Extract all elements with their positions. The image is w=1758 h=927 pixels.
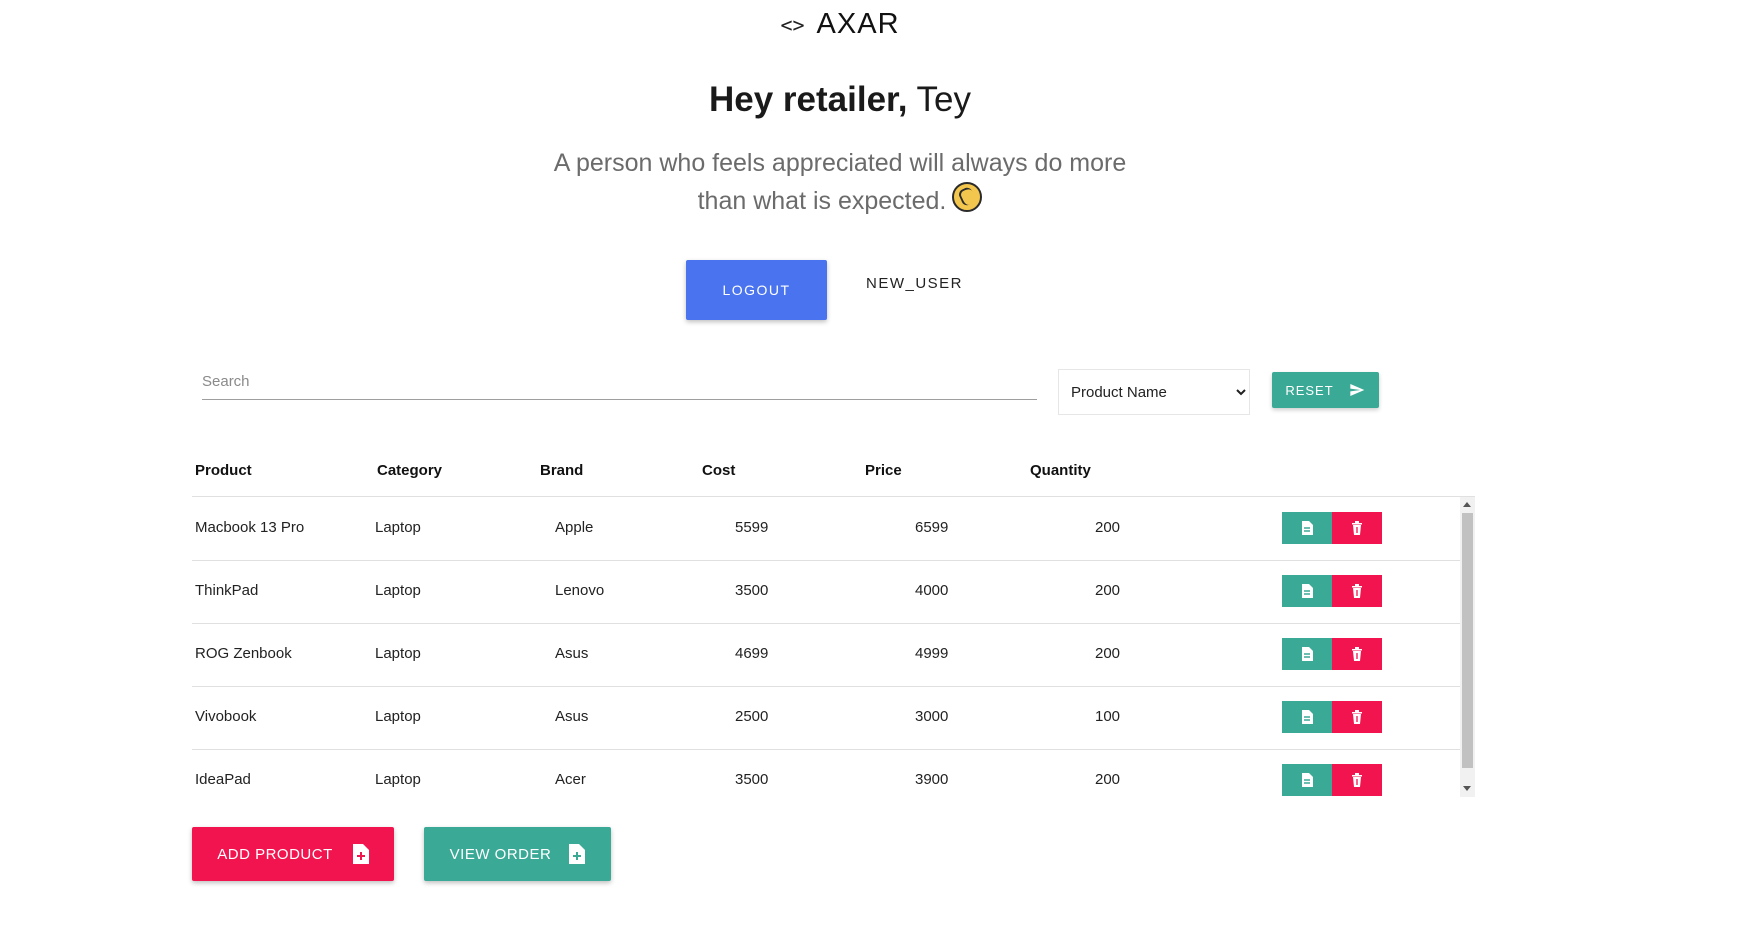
- cell-category: Laptop: [375, 708, 421, 725]
- edit-button[interactable]: [1282, 701, 1332, 733]
- table-row: Macbook 13 Pro Laptop Apple 5599 6599 20…: [192, 497, 1460, 561]
- table-row: IdeaPad Laptop Acer 3500 3900 200: [192, 749, 1460, 797]
- quote-line-2: than what is expected.: [0, 182, 1680, 220]
- document-icon: [1302, 647, 1313, 661]
- send-icon: [1350, 384, 1365, 396]
- edit-button[interactable]: [1282, 638, 1332, 670]
- clapping-hands-icon: [952, 182, 983, 212]
- column-header-brand: Brand: [540, 462, 584, 479]
- cell-quantity: 200: [1095, 771, 1121, 788]
- column-header-cost: Cost: [702, 462, 736, 479]
- view-order-button[interactable]: VIEW ORDER: [424, 827, 611, 881]
- logout-button[interactable]: LOGOUT: [686, 260, 827, 320]
- cell-quantity: 100: [1095, 708, 1121, 725]
- file-plus-icon: [569, 844, 586, 864]
- app-brand: <> AXAR: [0, 8, 1680, 41]
- cell-category: Laptop: [375, 519, 421, 536]
- trash-icon: [1352, 647, 1362, 661]
- trash-icon: [1352, 521, 1362, 535]
- cell-category: Laptop: [375, 645, 421, 662]
- trash-icon: [1352, 584, 1362, 598]
- cell-price: 6599: [915, 519, 949, 536]
- delete-button[interactable]: [1332, 764, 1382, 796]
- cell-brand: Apple: [555, 519, 594, 536]
- delete-button[interactable]: [1332, 575, 1382, 607]
- view-order-label: VIEW ORDER: [449, 845, 552, 863]
- cell-cost: 2500: [735, 708, 769, 725]
- column-header-quantity: Quantity: [1030, 462, 1091, 479]
- table-header: Product Category Brand Cost Price Quanti…: [192, 452, 1475, 497]
- filter-select[interactable]: Product Name: [1058, 369, 1250, 415]
- cell-quantity: 200: [1095, 582, 1121, 599]
- quote-line-2-text: than what is expected.: [697, 187, 947, 215]
- delete-button[interactable]: [1332, 512, 1382, 544]
- greeting-heading: Hey retailer, Tey: [0, 80, 1680, 120]
- edit-button[interactable]: [1282, 575, 1332, 607]
- edit-button[interactable]: [1282, 512, 1332, 544]
- table-row: Vivobook Laptop Asus 2500 3000 100: [192, 686, 1460, 750]
- cell-brand: Asus: [555, 708, 589, 725]
- add-product-label: ADD PRODUCT: [217, 845, 333, 863]
- cell-product: ThinkPad: [195, 582, 259, 599]
- document-icon: [1302, 521, 1313, 535]
- column-header-category: Category: [377, 462, 443, 479]
- table-body: Macbook 13 Pro Laptop Apple 5599 6599 20…: [192, 497, 1475, 797]
- column-header-price: Price: [865, 462, 902, 479]
- cell-product: Macbook 13 Pro: [195, 519, 305, 536]
- reset-button[interactable]: RESET: [1272, 372, 1379, 408]
- table-row: ThinkPad Laptop Lenovo 3500 4000 200: [192, 560, 1460, 624]
- cell-brand: Acer: [555, 771, 586, 788]
- cell-category: Laptop: [375, 582, 421, 599]
- add-product-button[interactable]: ADD PRODUCT: [192, 827, 394, 881]
- logo-text: AXAR: [816, 8, 900, 40]
- cell-price: 3000: [915, 708, 949, 725]
- column-header-product: Product: [195, 462, 252, 479]
- table-row: ROG Zenbook Laptop Asus 4699 4999 200: [192, 623, 1460, 687]
- cell-cost: 4699: [735, 645, 769, 662]
- edit-button[interactable]: [1282, 764, 1332, 796]
- cell-cost: 3500: [735, 771, 769, 788]
- search-input[interactable]: [202, 363, 1037, 400]
- cell-price: 3900: [915, 771, 949, 788]
- document-icon: [1302, 584, 1313, 598]
- file-plus-icon: [352, 844, 369, 864]
- cell-price: 4000: [915, 582, 949, 599]
- trash-icon: [1352, 773, 1362, 787]
- cell-product: ROG Zenbook: [195, 645, 292, 662]
- cell-brand: Asus: [555, 645, 589, 662]
- new-user-link[interactable]: NEW_USER: [866, 275, 963, 292]
- document-icon: [1302, 773, 1313, 787]
- greeting-label: Hey retailer,: [708, 80, 908, 119]
- code-icon: <>: [780, 12, 805, 37]
- scroll-down-arrow-icon[interactable]: [1463, 786, 1471, 791]
- greeting-username: Tey: [907, 80, 972, 119]
- cell-category: Laptop: [375, 771, 421, 788]
- cell-product: IdeaPad: [195, 771, 251, 788]
- reset-label: RESET: [1285, 382, 1334, 398]
- scrollbar-thumb[interactable]: [1462, 513, 1473, 768]
- scroll-up-arrow-icon[interactable]: [1463, 502, 1471, 507]
- delete-button[interactable]: [1332, 638, 1382, 670]
- document-icon: [1302, 710, 1313, 724]
- cell-brand: Lenovo: [555, 582, 605, 599]
- quote-text: A person who feels appreciated will alwa…: [0, 145, 1680, 220]
- cell-price: 4999: [915, 645, 949, 662]
- cell-quantity: 200: [1095, 645, 1121, 662]
- delete-button[interactable]: [1332, 701, 1382, 733]
- quote-line-1: A person who feels appreciated will alwa…: [553, 149, 1127, 177]
- cell-quantity: 200: [1095, 519, 1121, 536]
- cell-cost: 3500: [735, 582, 769, 599]
- cell-product: Vivobook: [195, 708, 257, 725]
- cell-cost: 5599: [735, 519, 769, 536]
- trash-icon: [1352, 710, 1362, 724]
